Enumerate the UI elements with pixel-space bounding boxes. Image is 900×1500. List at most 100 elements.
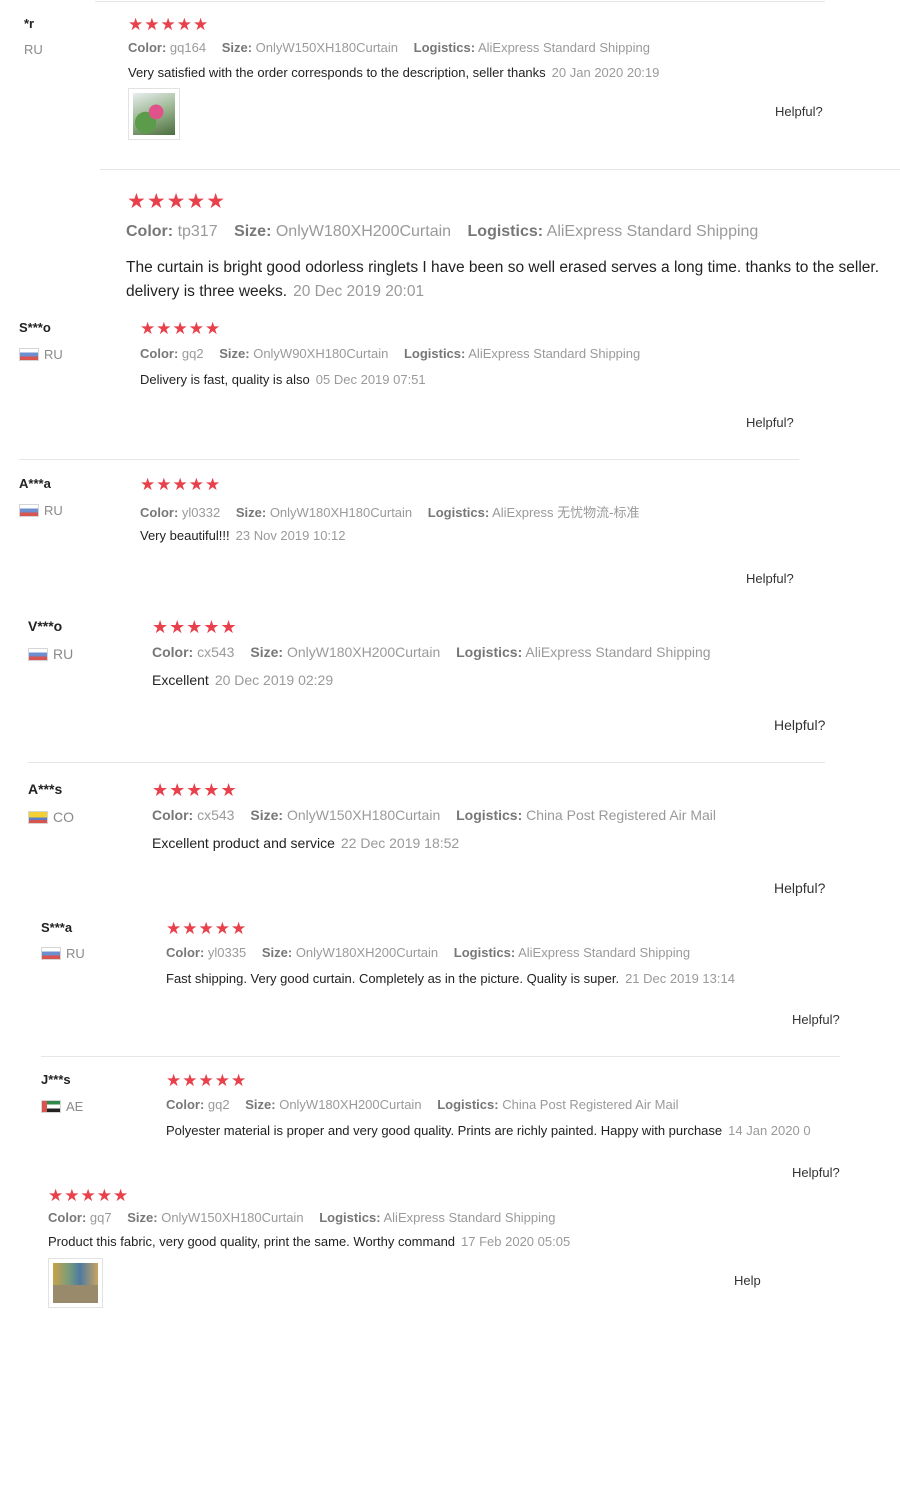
size-label: Size: (127, 1210, 158, 1225)
star-rating: ★★★★★ (127, 190, 227, 213)
reviewer-country: RU (41, 946, 85, 961)
size-value: OnlyW180XH180Curtain (269, 505, 413, 520)
uae-flag-icon (41, 1100, 61, 1113)
review-date: 20 Jan 2020 20:19 (551, 65, 660, 80)
color-label: Color: (152, 807, 194, 823)
color-value: gq7 (89, 1210, 112, 1225)
size-value: OnlyW150XH180Curtain (161, 1210, 304, 1225)
reviewer-country: CO (28, 809, 74, 825)
reviewer-name: S***o (19, 320, 51, 335)
reviewer-name: V***o (28, 618, 63, 634)
review-text: Fast shipping. Very good curtain. Comple… (166, 971, 735, 986)
reviewer-name: A***a (19, 476, 51, 491)
review-date: 22 Dec 2019 18:52 (340, 835, 460, 851)
review-text: Very beautiful!!! 23 Nov 2019 10:12 (140, 528, 346, 543)
reviewer-name: J***s (41, 1072, 71, 1087)
size-value: OnlyW180XH200Curtain (286, 644, 441, 660)
size-label: Size: (235, 505, 267, 520)
size-label: Size: (250, 644, 284, 660)
logistics-value: AliExpress 无忧物流-标准 (492, 505, 640, 520)
helpful-button[interactable]: Helpful? (792, 1012, 840, 1027)
review-text: Very satisfied with the order correspond… (128, 65, 660, 80)
review-meta: Color: gq164 Size: OnlyW150XH180Curtain … (128, 40, 650, 55)
logistics-label: Logistics: (413, 40, 476, 55)
review-date: 20 Dec 2019 20:01 (293, 283, 425, 300)
review-meta: Color: yl0332 Size: OnlyW180XH180Curtain… (140, 502, 639, 521)
colombia-flag-icon (28, 810, 48, 824)
room-photo-icon (53, 1263, 98, 1303)
russia-flag-icon (28, 647, 48, 661)
color-label: Color: (126, 223, 174, 240)
logistics-value: AliExpress Standard Shipping (525, 644, 711, 660)
helpful-button[interactable]: Helpful? (746, 415, 794, 430)
logistics-value: AliExpress Standard Shipping (477, 40, 650, 55)
logistics-label: Logistics: (403, 346, 466, 361)
size-label: Size: (261, 945, 293, 960)
color-value: cx543 (197, 644, 235, 660)
review-text: Excellent 20 Dec 2019 02:29 (152, 672, 334, 688)
helpful-button[interactable]: Helpful? (775, 104, 823, 119)
color-value: gq2 (207, 1097, 230, 1112)
reviewer-name: A***s (28, 781, 63, 797)
size-value: OnlyW180XH200Curtain (295, 945, 439, 960)
logistics-label: Logistics: (467, 223, 544, 240)
review-text: Delivery is fast, quality is also 05 Dec … (140, 372, 426, 387)
logistics-value: AliExpress Standard Shipping (383, 1210, 556, 1225)
review-photo[interactable] (128, 88, 180, 140)
star-rating: ★★★★★ (48, 1186, 130, 1205)
helpful-button[interactable]: Help (734, 1273, 761, 1288)
color-value: tp317 (177, 223, 218, 240)
star-rating: ★★★★★ (140, 319, 222, 338)
divider (95, 1, 825, 2)
logistics-value: China Post Registered Air Mail (502, 1097, 679, 1112)
logistics-value: AliExpress Standard Shipping (518, 945, 691, 960)
color-label: Color: (128, 40, 167, 55)
logistics-label: Logistics: (437, 1097, 499, 1112)
logistics-label: Logistics: (456, 644, 523, 660)
color-label: Color: (152, 644, 194, 660)
star-rating: ★★★★★ (152, 780, 238, 800)
star-rating: ★★★★★ (166, 919, 248, 938)
reviewer-country: AE (41, 1099, 83, 1114)
logistics-label: Logistics: (427, 505, 490, 520)
size-value: OnlyW180XH200Curtain (275, 223, 452, 240)
review-meta: Color: cx543 Size: OnlyW180XH200Curtain … (152, 644, 711, 660)
review-text: Polyester material is proper and very go… (166, 1123, 811, 1138)
review-meta: Color: gq2 Size: OnlyW180XH200Curtain Lo… (166, 1097, 679, 1112)
review-meta: Color: gq2 Size: OnlyW90XH180Curtain Log… (140, 346, 640, 361)
color-value: yl0332 (181, 505, 221, 520)
star-rating: ★★★★★ (128, 15, 210, 34)
divider (19, 459, 799, 460)
flowers-photo-icon (133, 93, 175, 135)
helpful-button[interactable]: Helpful? (774, 717, 825, 733)
reviewer-name: *r (24, 16, 35, 31)
size-value: OnlyW90XH180Curtain (253, 346, 389, 361)
color-label: Color: (140, 346, 179, 361)
review-photo[interactable] (48, 1258, 103, 1308)
color-value: gq164 (169, 40, 207, 55)
star-rating: ★★★★★ (140, 475, 222, 494)
color-label: Color: (140, 505, 179, 520)
helpful-button[interactable]: Helpful? (792, 1165, 840, 1180)
review-date: 23 Nov 2019 10:12 (235, 528, 346, 543)
color-value: yl0335 (207, 945, 247, 960)
reviewer-country: RU (24, 42, 43, 57)
reviewer-country: RU (19, 503, 63, 518)
color-value: cx543 (197, 807, 235, 823)
reviewer-country: RU (28, 646, 73, 662)
size-value: OnlyW150XH180Curtain (255, 40, 399, 55)
color-label: Color: (48, 1210, 87, 1225)
review-meta: Color: yl0335 Size: OnlyW180XH200Curtain… (166, 945, 690, 960)
helpful-button[interactable]: Helpful? (774, 880, 825, 896)
review-meta: Color: cx543 Size: OnlyW150XH180Curtain … (152, 807, 716, 823)
helpful-button[interactable]: Helpful? (746, 571, 794, 586)
size-label: Size: (250, 807, 284, 823)
russia-flag-icon (19, 504, 39, 517)
review-date: 14 Jan 2020 0 (728, 1123, 811, 1138)
review-date: 17 Feb 2020 05:05 (461, 1234, 571, 1249)
review-text: Product this fabric, very good quality, … (48, 1234, 571, 1249)
review-date: 05 Dec 2019 07:51 (315, 372, 426, 387)
review-meta: Color: tp317 Size: OnlyW180XH200Curtain … (126, 223, 758, 241)
color-label: Color: (166, 945, 205, 960)
logistics-label: Logistics: (319, 1210, 381, 1225)
